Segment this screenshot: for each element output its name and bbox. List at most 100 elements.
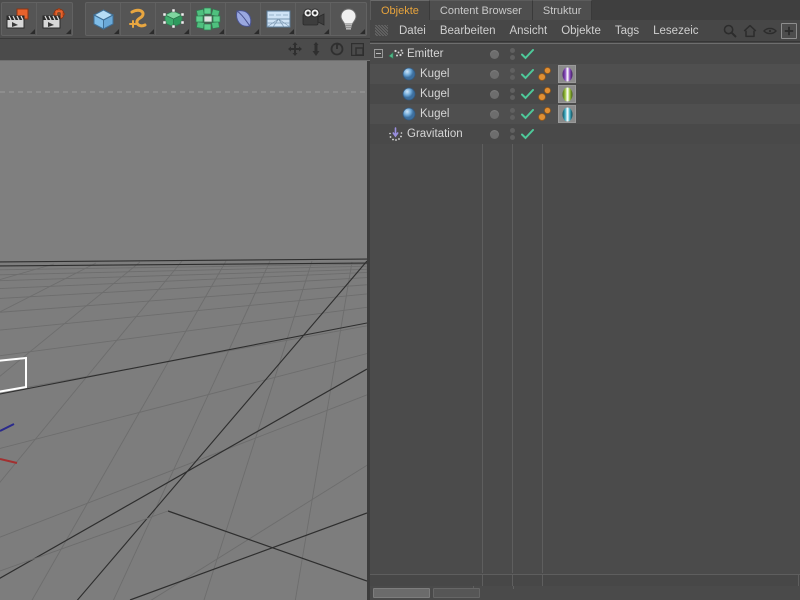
enabled-check-icon[interactable] (519, 44, 535, 64)
tags-cell[interactable] (535, 84, 794, 104)
enabled-check-icon[interactable] (519, 84, 535, 104)
tab-struktur[interactable]: Struktur (532, 0, 593, 20)
scroll-tick (513, 586, 514, 589)
move-camera-icon[interactable] (287, 41, 302, 57)
tab-objekte-label: Objekte (381, 4, 419, 17)
table-row[interactable]: Gravitation (370, 124, 800, 144)
light-bulb-icon (340, 8, 357, 30)
visibility-editor-dot[interactable] (483, 44, 506, 64)
row-name-cell[interactable]: Gravitation (370, 124, 483, 144)
object-tree-hscroll[interactable] (373, 588, 430, 598)
maximize-viewport-icon[interactable] (350, 41, 365, 57)
tab-objekte[interactable]: Objekte (370, 0, 430, 20)
object-label: Gravitation (407, 128, 463, 140)
tags-cell[interactable] (535, 104, 794, 124)
material-sphere-icon[interactable] (558, 105, 576, 123)
row-name-cell[interactable]: Emitter (370, 44, 483, 64)
visibility-render-dots[interactable] (506, 104, 519, 124)
menu-ansicht[interactable]: Ansicht (502, 20, 554, 42)
visibility-render-dots[interactable] (506, 44, 519, 64)
eye-visibility-icon[interactable] (761, 23, 778, 39)
menu-bearbeiten[interactable]: Bearbeiten (433, 20, 503, 42)
table-row[interactable]: Emitter (370, 44, 800, 64)
menu-lesezeichen[interactable]: Lesezeic (646, 20, 705, 42)
emitter-particle-icon (388, 46, 404, 62)
visibility-render-dots[interactable] (506, 84, 519, 104)
tab-content-browser[interactable]: Content Browser (429, 0, 533, 20)
bottom-divider-4 (798, 575, 799, 586)
table-row[interactable]: Kugel (370, 104, 800, 124)
bottom-divider-2 (512, 575, 513, 586)
rotate-camera-icon[interactable] (329, 41, 344, 57)
drag-grip-icon[interactable] (375, 25, 388, 36)
enabled-check-icon[interactable] (519, 124, 535, 144)
bottom-divider-1 (482, 575, 483, 586)
object-label: Emitter (407, 48, 444, 60)
dynamics-tag-icon[interactable] (537, 86, 553, 102)
button-more-corner (66, 29, 71, 34)
material-sphere-icon[interactable] (558, 65, 576, 83)
dynamics-tag-icon[interactable] (537, 66, 553, 82)
visibility-render-dots[interactable] (506, 124, 519, 144)
search-icon[interactable] (721, 23, 738, 39)
visibility-render-dots[interactable] (506, 64, 519, 84)
button-more-corner (149, 29, 154, 34)
light-button[interactable] (331, 3, 366, 35)
menu-objekte[interactable]: Objekte (554, 20, 608, 42)
sphere-primitive-icon (401, 86, 417, 102)
cube-primitive-icon (92, 9, 114, 30)
deformer-bend-button[interactable] (226, 3, 261, 35)
material-sphere-icon[interactable] (558, 85, 576, 103)
deformer-bend-icon (235, 10, 251, 27)
visibility-editor-dot[interactable] (483, 104, 506, 124)
render-settings-button[interactable] (37, 3, 72, 35)
dynamics-tag-icon[interactable] (537, 106, 553, 122)
viewport-grid-render (0, 61, 367, 600)
menu-tags[interactable]: Tags (608, 20, 646, 42)
zoom-camera-icon[interactable] (308, 41, 323, 57)
home-icon[interactable] (741, 23, 758, 39)
cube-primitive-button[interactable] (86, 3, 121, 35)
tab-content-browser-label: Content Browser (439, 4, 522, 17)
enabled-check-icon[interactable] (519, 64, 535, 84)
tree-expand-toggle[interactable] (374, 49, 383, 58)
row-name-cell[interactable]: Kugel (370, 64, 483, 84)
row-name-cell[interactable]: Kugel (370, 84, 483, 104)
menu-datei[interactable]: Datei (392, 20, 433, 42)
enabled-check-icon[interactable] (519, 104, 535, 124)
tags-cell[interactable] (535, 44, 794, 64)
top-toolbar (0, 0, 370, 39)
plus-box-icon[interactable] (781, 23, 797, 39)
button-more-corner (114, 29, 119, 34)
nurbs-generator-button[interactable] (156, 3, 191, 35)
camera-button[interactable] (296, 3, 331, 35)
table-row[interactable]: Kugel (370, 64, 800, 84)
tags-cell[interactable] (535, 124, 794, 144)
object-tree-hscroll-2[interactable] (433, 588, 480, 598)
clapperboard-gear-render-settings-icon (42, 8, 66, 29)
button-more-corner (184, 29, 189, 34)
camera-icon (302, 8, 324, 26)
visibility-editor-dot[interactable] (483, 64, 506, 84)
tags-cell[interactable] (535, 64, 794, 84)
object-label: Kugel (420, 68, 450, 80)
mograph-cloner-button[interactable] (191, 3, 226, 35)
row-name-cell[interactable]: Kugel (370, 104, 483, 124)
panel-tabbar: Objekte Content Browser Struktur (370, 0, 800, 20)
visibility-editor-dot[interactable] (483, 84, 506, 104)
gravity-field-icon (388, 126, 404, 142)
render-view-button[interactable] (2, 3, 37, 35)
button-more-corner (254, 29, 259, 34)
bottom-divider-3 (542, 575, 543, 586)
table-row[interactable]: Kugel (370, 84, 800, 104)
viewport-perspective[interactable] (0, 61, 370, 600)
toolbar-separator (73, 0, 82, 38)
cinema4d-window: Objekte Content Browser Struktur Datei B… (0, 0, 800, 600)
visibility-editor-dot[interactable] (483, 124, 506, 144)
toolbar-group-playback (1, 2, 73, 36)
spline-pen-button[interactable] (121, 3, 156, 35)
object-tree[interactable]: Emitter Kugel Kugel Kugel Gravitation (370, 43, 800, 574)
sphere-primitive-icon (401, 66, 417, 82)
environment-floor-button[interactable] (261, 3, 296, 35)
object-manager-panel: Objekte Content Browser Struktur Datei B… (370, 0, 800, 600)
